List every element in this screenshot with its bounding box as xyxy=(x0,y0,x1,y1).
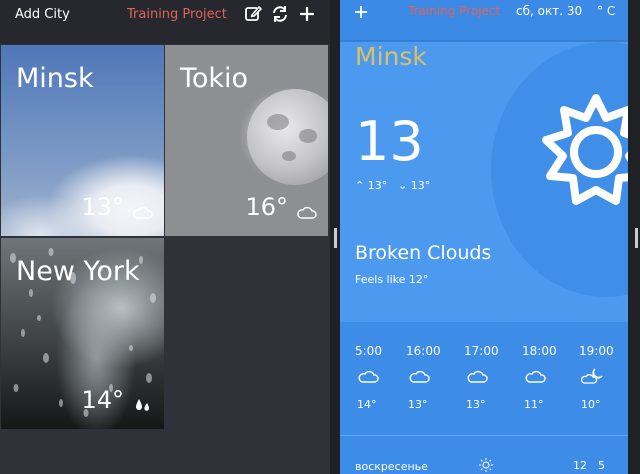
refresh-icon[interactable] xyxy=(270,4,290,24)
chevron-up-icon: ⌃ xyxy=(355,179,365,192)
section-divider xyxy=(340,435,628,436)
max-temp-value: 13° xyxy=(367,179,388,192)
cloud-icon xyxy=(358,370,379,383)
city-tile-name: Minsk xyxy=(16,63,94,94)
sun-icon xyxy=(479,458,493,472)
weather-condition: Broken Clouds xyxy=(355,242,492,264)
city-tile-temp: 16° xyxy=(245,193,288,221)
hour-time: 16:00 xyxy=(406,344,441,358)
city-tile-temp: 13° xyxy=(81,193,124,221)
moon-image xyxy=(247,89,328,185)
hourly-forecast: 5:00 14° 16:00 13° 17:00 13° 18:00 11° 1… xyxy=(340,330,628,420)
window-edge xyxy=(628,0,640,474)
edit-icon[interactable] xyxy=(243,4,263,24)
city-tile-temp: 14° xyxy=(81,386,124,414)
split-resize-handle[interactable] xyxy=(635,228,638,248)
cloud-icon xyxy=(525,370,546,383)
selected-city-name: Minsk xyxy=(355,42,427,71)
hour-temp: 13° xyxy=(466,398,486,411)
city-list-header: Add City Training Project xyxy=(0,0,330,44)
moon-cloud-icon xyxy=(581,368,603,384)
add-icon[interactable] xyxy=(352,3,370,21)
hour-temp: 14° xyxy=(357,398,377,411)
add-city-button[interactable]: Add City xyxy=(15,7,70,22)
cloud-icon xyxy=(467,370,488,383)
cloud-icon xyxy=(133,206,153,219)
daily-forecast-row: воскресенье 12 5 xyxy=(340,450,628,474)
current-weather-card: Minsk 13 ⌃ 13° ⌄ 13° Broken Clouds Feels… xyxy=(340,42,628,322)
add-icon[interactable] xyxy=(297,4,317,24)
cloud-icon xyxy=(297,206,317,219)
app-title: Training Project xyxy=(408,4,501,18)
hour-temp: 10° xyxy=(581,398,601,411)
max-temperature: ⌃ 13° xyxy=(355,179,387,192)
unit-toggle[interactable]: ° C xyxy=(597,4,615,18)
min-temperature: ⌄ 13° xyxy=(398,179,430,192)
app-title: Training Project xyxy=(127,7,227,22)
hour-temp: 13° xyxy=(408,398,428,411)
feels-like-text: Feels like 12° xyxy=(355,273,429,286)
day-min-temp: 5 xyxy=(598,459,605,472)
hour-time: 19:00 xyxy=(579,344,614,358)
hour-time: 17:00 xyxy=(464,344,499,358)
split-resize-handle[interactable] xyxy=(334,228,337,248)
city-list-panel: Add City Training Project Minsk 13° Toki… xyxy=(0,0,330,474)
weather-detail-panel: Training Project сб, окт. 30 ° C Minsk 1… xyxy=(340,0,628,474)
hour-time: 18:00 xyxy=(522,344,557,358)
city-tile-tokio[interactable]: Tokio 16° xyxy=(165,45,328,236)
current-date: сб, окт. 30 xyxy=(516,4,583,18)
min-temp-value: 13° xyxy=(410,179,431,192)
city-tile-minsk[interactable]: Minsk 13° xyxy=(1,45,164,236)
sun-icon xyxy=(542,94,628,205)
city-tile-new-york[interactable]: New York 14° xyxy=(1,238,164,429)
day-max-temp: 12 xyxy=(573,459,587,472)
current-temperature: 13 xyxy=(355,110,424,173)
city-tile-name: Tokio xyxy=(180,63,249,94)
cloud-icon xyxy=(409,370,430,383)
city-tile-name: New York xyxy=(16,256,140,287)
hour-time: 5:00 xyxy=(355,344,382,358)
rain-drops-icon xyxy=(136,399,149,411)
chevron-down-icon: ⌄ xyxy=(398,179,408,192)
day-name: воскресенье xyxy=(355,460,428,473)
hour-temp: 11° xyxy=(524,398,544,411)
detail-header: Training Project сб, окт. 30 ° C xyxy=(340,0,628,40)
